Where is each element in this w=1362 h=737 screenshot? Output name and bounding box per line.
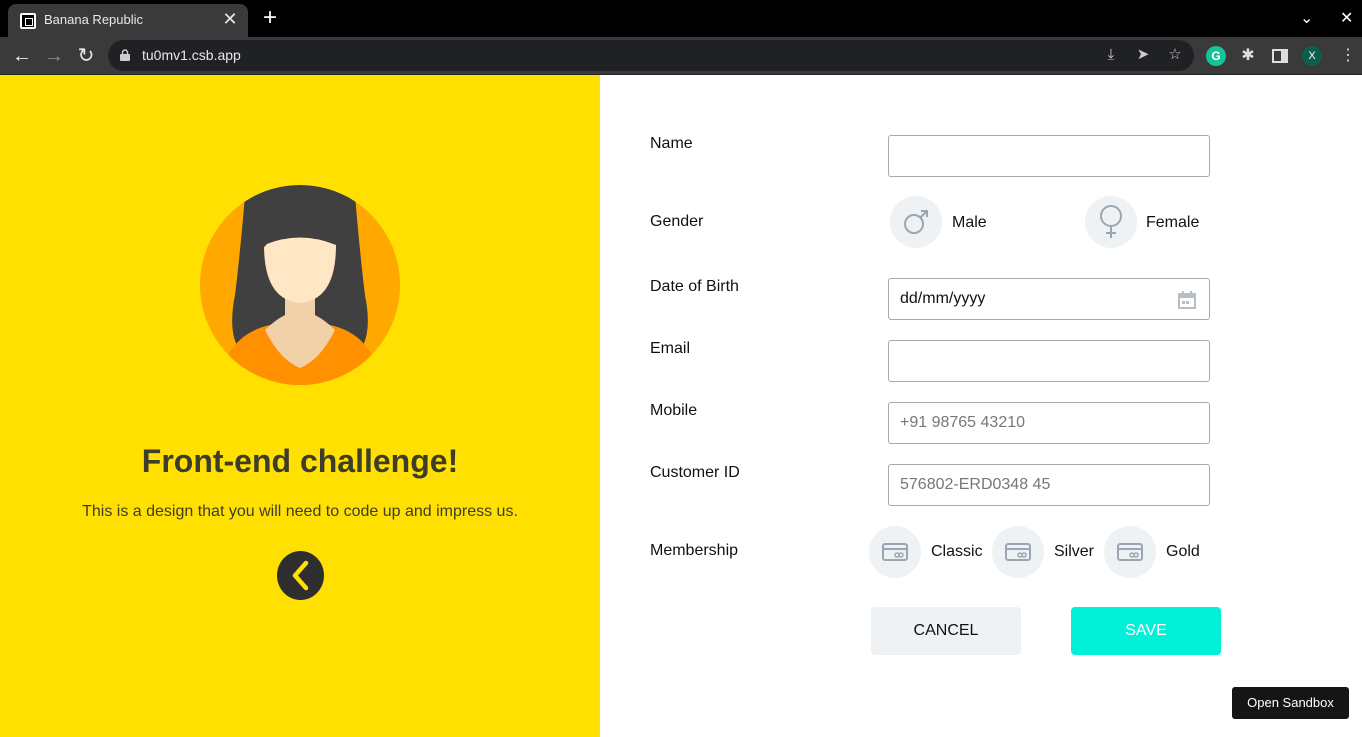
browser-toolbar: ← → ↻ tu0mv1.csb.app ⤓ ➤ ☆ G ✱ X ⋮ (0, 37, 1362, 75)
dob-input[interactable]: dd/mm/yyyy (888, 278, 1210, 320)
address-bar[interactable]: tu0mv1.csb.app ⤓ ➤ ☆ (108, 40, 1194, 71)
male-symbol-icon (904, 210, 928, 234)
chevron-left-icon (292, 560, 309, 591)
back-arrow-icon[interactable]: ← (10, 44, 34, 68)
gender-female-option[interactable] (1085, 196, 1137, 248)
name-input[interactable] (888, 135, 1210, 177)
tab-search-chevron-icon[interactable]: ⌄ (1300, 8, 1313, 28)
new-tab-icon[interactable]: + (258, 6, 282, 30)
send-icon[interactable]: ➤ (1134, 46, 1152, 64)
grammarly-extension-icon[interactable]: G (1206, 46, 1226, 66)
membership-classic-option[interactable] (869, 526, 921, 578)
side-panel-icon[interactable] (1270, 46, 1290, 66)
url-text: tu0mv1.csb.app (142, 47, 241, 63)
gender-label: Gender (650, 213, 704, 230)
dob-value: dd/mm/yyyy (900, 290, 986, 307)
hero-panel: Front-end challenge! This is a design th… (0, 75, 600, 737)
gender-male-label[interactable]: Male (952, 214, 987, 232)
woman-avatar-icon (200, 185, 400, 385)
email-label: Email (650, 340, 691, 357)
bookmark-star-icon[interactable]: ☆ (1166, 46, 1184, 64)
page-headline: Front-end challenge! (141, 443, 459, 479)
credit-card-icon (882, 543, 908, 561)
reload-icon[interactable]: ↻ (74, 44, 98, 68)
lock-icon (120, 49, 130, 61)
mobile-label: Mobile (650, 402, 698, 419)
browser-tab[interactable]: Banana Republic ✕ (8, 4, 248, 37)
close-tab-icon[interactable]: ✕ (220, 9, 240, 29)
membership-gold-option[interactable] (1104, 526, 1156, 578)
name-label: Name (650, 135, 693, 152)
mobile-input[interactable]: +91 98765 43210 (888, 402, 1210, 444)
membership-label: Membership (650, 542, 739, 559)
cancel-button[interactable]: CANCEL (871, 607, 1021, 655)
gender-female-label[interactable]: Female (1146, 214, 1199, 232)
customer-id-input[interactable]: 576802-ERD0348 45 (888, 464, 1210, 506)
credit-card-icon (1005, 543, 1031, 561)
install-app-icon[interactable]: ⤓ (1102, 46, 1120, 64)
back-button[interactable] (277, 551, 324, 600)
close-window-icon[interactable]: ✕ (1340, 8, 1353, 28)
tab-title: Banana Republic (44, 12, 144, 27)
membership-classic-label[interactable]: Classic (931, 543, 983, 561)
calendar-icon[interactable] (1177, 290, 1197, 310)
gender-male-option[interactable] (890, 196, 942, 248)
forward-arrow-icon[interactable]: → (42, 44, 66, 68)
credit-card-icon (1117, 543, 1143, 561)
save-button[interactable]: SAVE (1071, 607, 1221, 655)
membership-gold-label[interactable]: Gold (1166, 543, 1200, 561)
female-symbol-icon (1100, 205, 1122, 238)
browser-tab-bar: Banana Republic ✕ + ⌄ ✕ (0, 0, 1362, 37)
dob-label: Date of Birth (650, 278, 739, 295)
membership-silver-option[interactable] (992, 526, 1044, 578)
page-subtext: This is a design that you will need to c… (82, 503, 518, 520)
customer-id-label: Customer ID (650, 464, 740, 481)
profile-avatar[interactable]: X (1302, 46, 1322, 66)
extensions-puzzle-icon[interactable]: ✱ (1238, 46, 1258, 66)
codesandbox-favicon-icon (20, 13, 36, 29)
open-sandbox-button[interactable]: Open Sandbox (1232, 687, 1349, 719)
membership-silver-label[interactable]: Silver (1054, 543, 1094, 561)
email-input[interactable] (888, 340, 1210, 382)
browser-menu-icon[interactable]: ⋮ (1338, 46, 1358, 66)
